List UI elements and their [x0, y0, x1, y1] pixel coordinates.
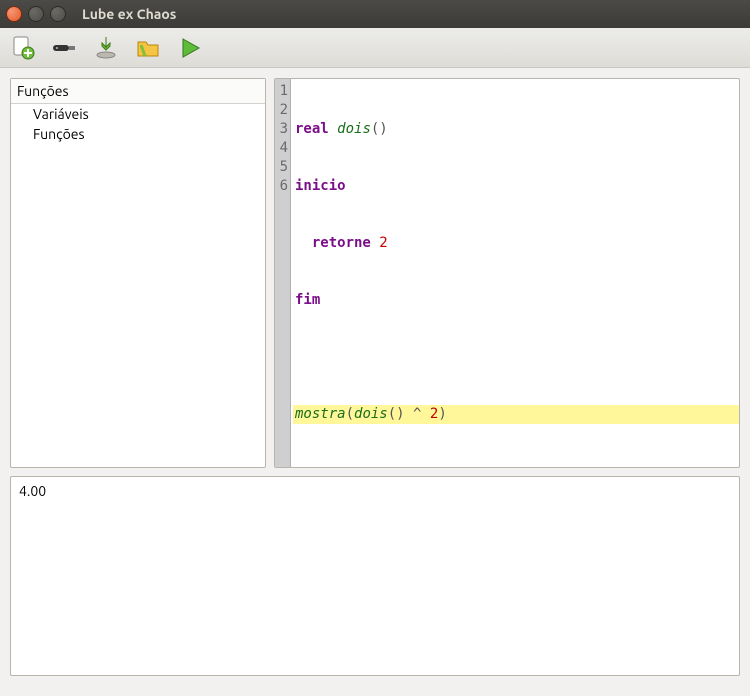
play-icon [179, 37, 201, 59]
open-folder-button[interactable] [134, 34, 162, 62]
code-area[interactable]: real dois() inicio retorne 2 fim mostra(… [291, 79, 739, 467]
folder-icon [135, 35, 161, 61]
new-file-icon [9, 35, 35, 61]
connect-icon [51, 38, 77, 58]
download-button[interactable] [92, 34, 120, 62]
maximize-icon[interactable] [50, 6, 66, 22]
sidebar-item-funcoes[interactable]: Funções [11, 124, 265, 144]
line-gutter: 1 2 3 4 5 6 [275, 79, 291, 467]
new-file-button[interactable] [8, 34, 36, 62]
close-icon[interactable] [6, 6, 22, 22]
output-panel: 4.00 [10, 476, 740, 676]
output-text: 4.00 [19, 483, 46, 499]
toolbar [0, 28, 750, 68]
sidebar: Funções Variáveis Funções [10, 78, 266, 468]
minimize-icon[interactable] [28, 6, 44, 22]
download-icon [93, 35, 119, 61]
titlebar: Lube ex Chaos [0, 0, 750, 28]
sidebar-header: Funções [11, 79, 265, 104]
sidebar-item-variaveis[interactable]: Variáveis [11, 104, 265, 124]
window-title: Lube ex Chaos [82, 6, 176, 22]
run-button[interactable] [176, 34, 204, 62]
connect-button[interactable] [50, 34, 78, 62]
code-editor[interactable]: 1 2 3 4 5 6 real dois() inicio retorne 2… [274, 78, 740, 468]
